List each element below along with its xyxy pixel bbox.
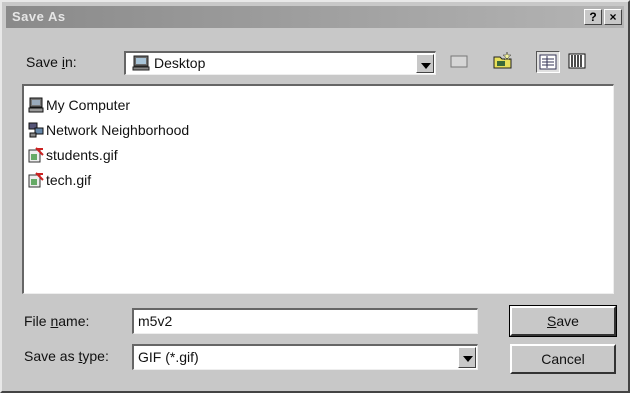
window-title: Save As bbox=[12, 9, 66, 24]
file-name-value: m5v2 bbox=[138, 313, 173, 329]
details-view-icon bbox=[566, 53, 588, 74]
list-item-my-computer[interactable]: My Computer bbox=[28, 94, 130, 116]
file-name-label: students.gif bbox=[46, 147, 118, 163]
list-item-tech-gif[interactable]: tech.gif bbox=[28, 169, 91, 191]
up-one-level-icon bbox=[448, 55, 470, 74]
save-button[interactable]: Save bbox=[509, 305, 617, 337]
title-bar[interactable]: Save As ? × bbox=[6, 6, 624, 28]
file-name-label: File name: bbox=[24, 313, 90, 329]
help-button[interactable]: ? bbox=[584, 9, 602, 25]
details-view-button[interactable] bbox=[566, 51, 590, 73]
cancel-button[interactable]: Cancel bbox=[510, 344, 616, 374]
save-in-dropdown[interactable]: Desktop bbox=[124, 51, 436, 75]
save-as-type-dropdown[interactable]: GIF (*.gif) bbox=[132, 344, 478, 370]
save-as-dialog: Save As ? × Save in: Desktop My Computer… bbox=[0, 0, 630, 393]
save-in-dropdown-arrow[interactable] bbox=[416, 54, 434, 73]
file-list[interactable]: My Computer Network Neighborhood student… bbox=[22, 84, 614, 294]
list-view-icon bbox=[537, 54, 559, 75]
gif-file-icon bbox=[28, 147, 44, 163]
desktop-icon bbox=[132, 55, 150, 71]
save-as-type-label: Save as type: bbox=[24, 348, 109, 364]
save-as-type-dropdown-arrow[interactable] bbox=[458, 347, 476, 368]
save-in-value: Desktop bbox=[154, 55, 206, 71]
file-name-input[interactable]: m5v2 bbox=[132, 308, 478, 334]
gif-file-icon bbox=[28, 172, 44, 188]
new-folder-icon bbox=[492, 51, 514, 74]
save-in-label: Save in: bbox=[26, 54, 77, 70]
list-item-students-gif[interactable]: students.gif bbox=[28, 144, 118, 166]
up-one-level-button[interactable] bbox=[448, 51, 472, 73]
file-name-label: My Computer bbox=[46, 97, 131, 113]
computer-icon bbox=[28, 97, 44, 113]
new-folder-button[interactable] bbox=[492, 51, 516, 73]
list-view-button[interactable] bbox=[536, 51, 560, 73]
file-name-label: tech.gif bbox=[46, 172, 92, 188]
file-name-label: Network Neighborhood bbox=[46, 122, 190, 138]
save-as-type-value: GIF (*.gif) bbox=[138, 349, 199, 365]
list-item-network-neighborhood[interactable]: Network Neighborhood bbox=[28, 119, 189, 141]
network-icon bbox=[28, 122, 44, 138]
close-button[interactable]: × bbox=[604, 9, 622, 25]
